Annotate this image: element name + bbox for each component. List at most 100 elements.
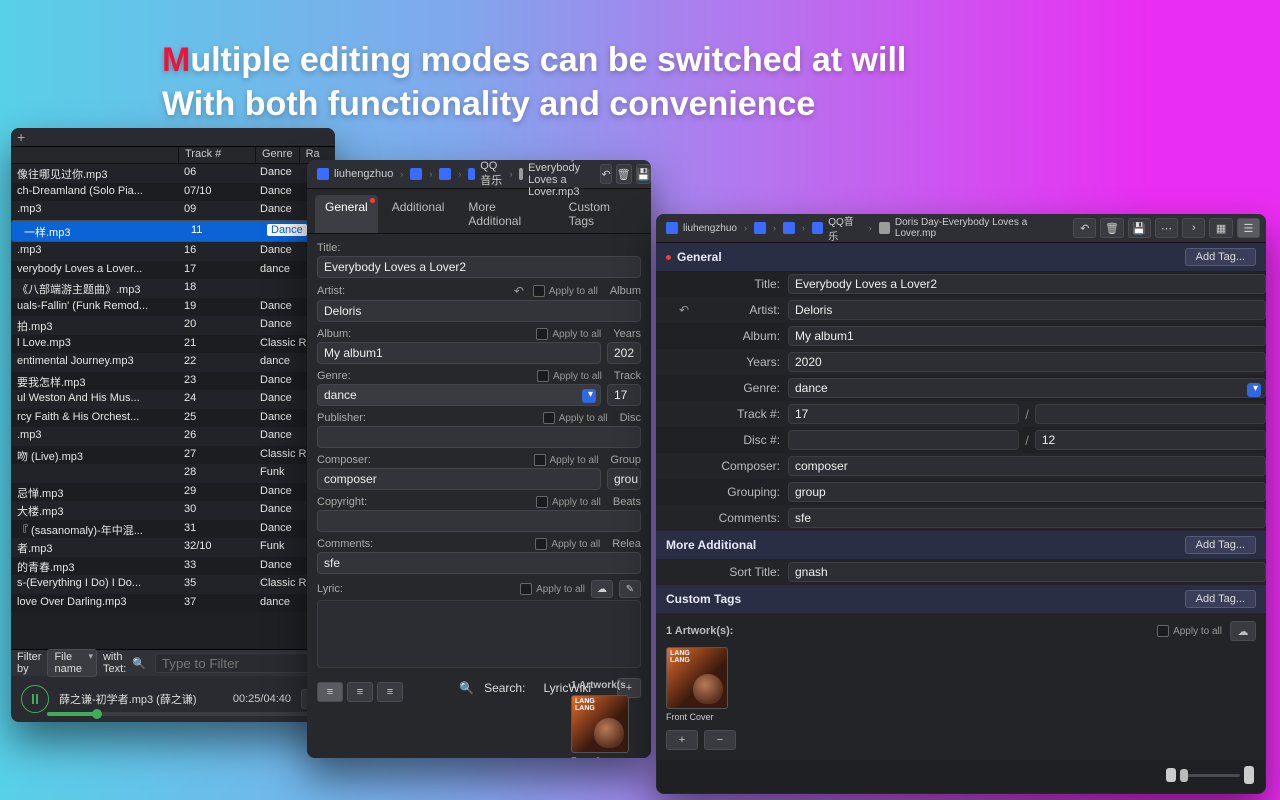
table-row[interactable]: l Love.mp321Classic Rock bbox=[11, 335, 335, 354]
view-list-button[interactable]: ☰ bbox=[1237, 218, 1260, 238]
undo-button[interactable]: ↶ bbox=[600, 164, 611, 184]
table-row[interactable]: 要我怎样.mp323Dance bbox=[11, 372, 335, 391]
breadcrumb-item[interactable]: liuhengzhuo bbox=[662, 220, 741, 236]
copyright-apply-all[interactable]: Apply to all bbox=[536, 496, 601, 508]
add-tag-button[interactable]: Add Tag... bbox=[1185, 536, 1256, 554]
publisher-apply-all[interactable]: Apply to all bbox=[543, 412, 608, 424]
table-row[interactable]: verybody Loves a Lover...17dance bbox=[11, 261, 335, 280]
breadcrumb-item[interactable] bbox=[750, 220, 770, 236]
add-tag-button[interactable]: Add Tag... bbox=[1185, 248, 1256, 266]
genre-select[interactable]: dance bbox=[317, 384, 601, 406]
col-name[interactable] bbox=[11, 147, 179, 163]
lyric-textarea[interactable] bbox=[317, 600, 641, 668]
zoom-slider[interactable] bbox=[1166, 766, 1254, 784]
add-button[interactable]: + bbox=[17, 130, 25, 144]
table-row[interactable]: 像往哪见过你.mp306Dance bbox=[11, 164, 335, 183]
table-row[interactable]: s-(Everything I Do) I Do...35Classic Roc… bbox=[11, 575, 335, 594]
artist-undo-icon[interactable]: ↶ bbox=[514, 284, 524, 298]
kv-comments-input[interactable]: sfe bbox=[788, 508, 1266, 528]
add-tag-button[interactable]: Add Tag... bbox=[1185, 590, 1256, 608]
tab-additional[interactable]: Additional bbox=[382, 195, 455, 233]
tab-custom-tags[interactable]: Custom Tags bbox=[559, 195, 643, 233]
copyright-input[interactable] bbox=[317, 510, 641, 532]
next-button[interactable]: › bbox=[1182, 218, 1205, 238]
save-button[interactable]: 💾 bbox=[1128, 218, 1151, 238]
table-row[interactable]: .mp326Dance bbox=[11, 427, 335, 446]
artwork-add-button[interactable]: + bbox=[666, 730, 698, 750]
table-row[interactable]: 吻 (Live).mp327Classic Rock bbox=[11, 446, 335, 465]
table-row[interactable]: 忌惮.mp329Dance bbox=[11, 483, 335, 502]
table-row[interactable]: 大楼.mp330Dance bbox=[11, 501, 335, 520]
cloud-download-icon[interactable]: ☁ bbox=[1230, 621, 1256, 641]
table-row[interactable]: 者.mp332/10Funk bbox=[11, 538, 335, 557]
kv-years-input[interactable]: 2020 bbox=[788, 352, 1266, 372]
cloud-download-icon[interactable]: ☁ bbox=[591, 580, 613, 598]
genre-apply-all[interactable]: Apply to all bbox=[537, 370, 602, 382]
table-row[interactable]: 『 (sasanomaly)-年中混...31Dance bbox=[11, 520, 335, 539]
table-row[interactable]: ul Weston And His Mus...24Dance bbox=[11, 390, 335, 409]
breadcrumb-item[interactable]: Doris Day-Everybody Loves a Lover.mp3 bbox=[515, 160, 592, 200]
table-row[interactable]: rcy Faith & His Orchest...25Dance bbox=[11, 409, 335, 428]
group-input-mini[interactable]: grou bbox=[607, 468, 641, 490]
table-row[interactable]: entimental Journey.mp322dance bbox=[11, 353, 335, 372]
kv-artist-input[interactable]: Deloris bbox=[788, 300, 1266, 320]
album-apply-all[interactable]: Apply to all bbox=[536, 328, 601, 340]
breadcrumb-item[interactable]: liuhengzhuo bbox=[313, 166, 397, 182]
table-row[interactable]: 的青春.mp333Dance bbox=[11, 557, 335, 576]
play-pause-button[interactable] bbox=[21, 685, 49, 713]
breadcrumb-item[interactable]: Doris Day-Everybody Loves a Lover.mp bbox=[875, 215, 1065, 241]
table-row[interactable]: 《八部端游主题曲》.mp318 bbox=[11, 279, 335, 298]
align-center-button[interactable]: ≡ bbox=[347, 682, 373, 702]
filter-mode-select[interactable]: File name bbox=[47, 649, 97, 677]
kv-album-input[interactable]: My album1 bbox=[788, 326, 1266, 346]
delete-button[interactable]: 🗑 bbox=[1100, 218, 1123, 238]
track-input-mini[interactable]: 17 bbox=[607, 384, 641, 406]
breadcrumb-item[interactable] bbox=[779, 220, 799, 236]
artist-apply-all[interactable]: Apply to all bbox=[533, 285, 598, 297]
tab-more-additional[interactable]: More Additional bbox=[458, 195, 554, 233]
kv-grouping-input[interactable]: group bbox=[788, 482, 1266, 502]
breadcrumb-item[interactable] bbox=[435, 166, 455, 182]
artwork-apply-all[interactable]: Apply to all bbox=[1157, 625, 1222, 637]
table-row[interactable]: 一样.mp311Dance bbox=[11, 220, 335, 243]
kv-title-input[interactable]: Everybody Loves a Lover2 bbox=[788, 274, 1266, 294]
col-genre[interactable]: Genre bbox=[256, 147, 300, 163]
kv-sort-title-input[interactable]: gnash bbox=[788, 562, 1266, 582]
kv-genre-select[interactable]: dance bbox=[788, 378, 1266, 398]
undo-button[interactable]: ↶ bbox=[1073, 218, 1096, 238]
table-row[interactable]: 拍.mp320Dance bbox=[11, 316, 335, 335]
kv-track-input[interactable]: 17 bbox=[788, 404, 1019, 424]
seek-slider[interactable] bbox=[47, 712, 325, 716]
save-button[interactable]: 💾 bbox=[636, 164, 651, 184]
artist-input[interactable]: Deloris bbox=[317, 300, 641, 322]
kv-disc-total-input[interactable]: 12 bbox=[1035, 430, 1266, 450]
kv-disc-input[interactable] bbox=[788, 430, 1019, 450]
lyric-apply-all[interactable]: Apply to all bbox=[520, 583, 585, 595]
comments-input[interactable]: sfe bbox=[317, 552, 641, 574]
table-row[interactable]: 28Funk bbox=[11, 464, 335, 483]
view-grid-button[interactable]: ▦ bbox=[1209, 218, 1232, 238]
artwork-remove-button[interactable]: − bbox=[704, 730, 736, 750]
title-input[interactable]: Everybody Loves a Lover2 bbox=[317, 256, 641, 278]
delete-button[interactable]: 🗑 bbox=[616, 164, 632, 184]
comments-apply-all[interactable]: Apply to all bbox=[535, 538, 600, 550]
table-row[interactable]: ch-Dreamland (Solo Pia...07/10Dance bbox=[11, 183, 335, 202]
publisher-input[interactable] bbox=[317, 426, 641, 448]
kv-track-total-input[interactable] bbox=[1035, 404, 1266, 424]
align-left-button[interactable]: ≡ bbox=[317, 682, 343, 702]
kv-composer-input[interactable]: composer bbox=[788, 456, 1266, 476]
album-input[interactable]: My album1 bbox=[317, 342, 601, 364]
edit-icon[interactable]: ✎ bbox=[619, 580, 641, 598]
tab-general[interactable]: General bbox=[315, 195, 378, 233]
more-button[interactable]: ⋯ bbox=[1155, 218, 1178, 238]
artwork-thumbnail[interactable] bbox=[571, 695, 629, 753]
align-right-button[interactable]: ≡ bbox=[377, 682, 403, 702]
breadcrumb-item[interactable]: QQ音乐 bbox=[464, 160, 506, 190]
table-row[interactable]: love Over Darling.mp337dance bbox=[11, 594, 335, 613]
kv-artist-undo-icon[interactable]: ↶ bbox=[670, 303, 698, 317]
breadcrumb-item[interactable] bbox=[406, 166, 426, 182]
table-row[interactable]: .mp316Dance bbox=[11, 242, 335, 261]
table-row[interactable]: uals-Fallin' (Funk Remod...19Dance bbox=[11, 298, 335, 317]
years-input[interactable]: 202 bbox=[607, 342, 641, 364]
breadcrumb-item[interactable]: QQ音乐 bbox=[808, 214, 866, 245]
